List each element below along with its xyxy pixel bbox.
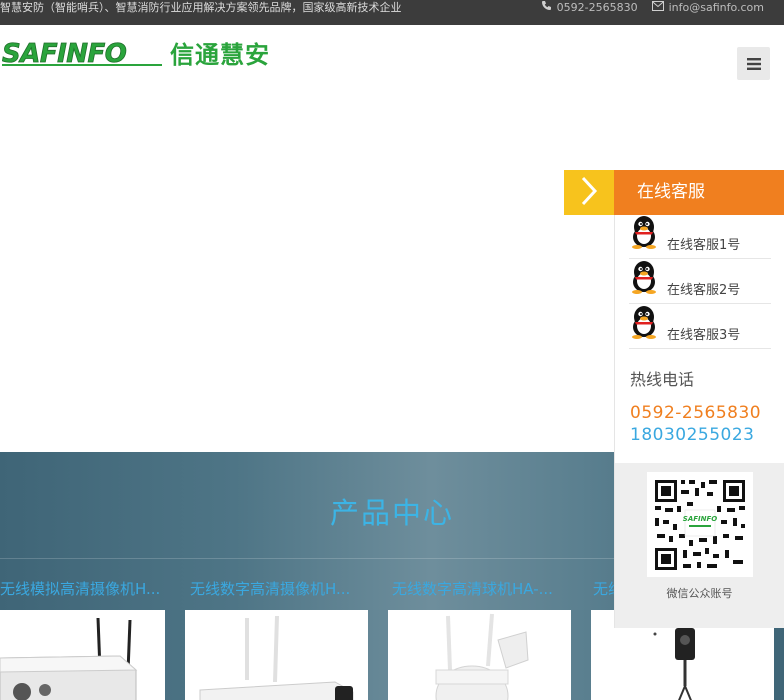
service-agent-label: 在线客服1号: [667, 238, 741, 253]
top-phone-text: 0592-2565830: [556, 1, 638, 14]
service-agent-item[interactable]: 在线客服2号: [629, 260, 771, 304]
product-card[interactable]: [0, 610, 165, 700]
qr-code-icon: SAFINFO: [653, 478, 747, 572]
service-agent-item[interactable]: 在线客服1号: [629, 215, 771, 259]
envelope-icon: [651, 0, 664, 15]
dome-camera-image: [435, 613, 529, 700]
hamburger-icon: [746, 57, 761, 70]
product-card[interactable]: [185, 610, 368, 700]
site-logo[interactable]: SAFINFO 信通慧安: [0, 36, 270, 69]
top-email[interactable]: info@safinfo.com: [651, 0, 764, 15]
qq-penguin-icon: [629, 305, 659, 343]
product-label[interactable]: 无线模拟高清摄像机H...: [0, 578, 165, 598]
logo-chinese-name: 信通慧安: [170, 40, 270, 69]
service-panel: 在线客服1号 在线客服2号 在线客服3号 热线电话 0592-2565830 1…: [614, 215, 784, 628]
product-label[interactable]: 无线数字高清摄像机H...: [190, 578, 368, 598]
product-label[interactable]: 无线数字高清球机HA-...: [392, 578, 570, 598]
site-header: SAFINFO 信通慧安: [0, 25, 784, 85]
service-panel-title: 在线客服: [614, 170, 784, 215]
hotline-title: 热线电话: [630, 370, 695, 389]
service-agent-item[interactable]: 在线客服3号: [629, 305, 771, 349]
logo-mark: SAFINFO: [2, 39, 162, 67]
camera-image: [199, 615, 354, 700]
hotline-phone-1[interactable]: 0592-2565830: [630, 403, 761, 423]
top-contact: 0592-2565830 info@safinfo.com: [541, 0, 764, 15]
top-email-text: info@safinfo.com: [668, 1, 764, 14]
product-card[interactable]: [388, 610, 571, 700]
top-bar: 智慧安防（智能哨兵）、智慧消防行业应用解决方案领先品牌，国家级高新技术企业 05…: [0, 0, 784, 25]
top-phone[interactable]: 0592-2565830: [541, 0, 638, 15]
chevron-right-icon: [579, 176, 599, 210]
service-panel-header: 在线客服: [564, 170, 784, 215]
wechat-qr-code: SAFINFO: [647, 472, 753, 577]
qq-penguin-icon: [629, 260, 659, 298]
phone-icon: [541, 0, 552, 15]
collapse-panel-button[interactable]: [564, 170, 614, 215]
camera-image: [0, 617, 138, 700]
site-tagline: 智慧安防（智能哨兵）、智慧消防行业应用解决方案领先品牌，国家级高新技术企业: [0, 1, 402, 14]
hotline-phone-2[interactable]: 18030255023: [630, 425, 754, 445]
wechat-qr-area: SAFINFO 微信公众账号: [615, 463, 784, 628]
qq-penguin-icon: [629, 215, 659, 253]
svg-text:SAFINFO: SAFINFO: [683, 515, 717, 523]
service-agent-label: 在线客服2号: [667, 283, 741, 298]
menu-button[interactable]: [737, 47, 770, 80]
svg-text:SAFINFO: SAFINFO: [2, 39, 127, 67]
service-agent-label: 在线客服3号: [667, 328, 741, 343]
qr-caption: 微信公众账号: [666, 587, 733, 600]
